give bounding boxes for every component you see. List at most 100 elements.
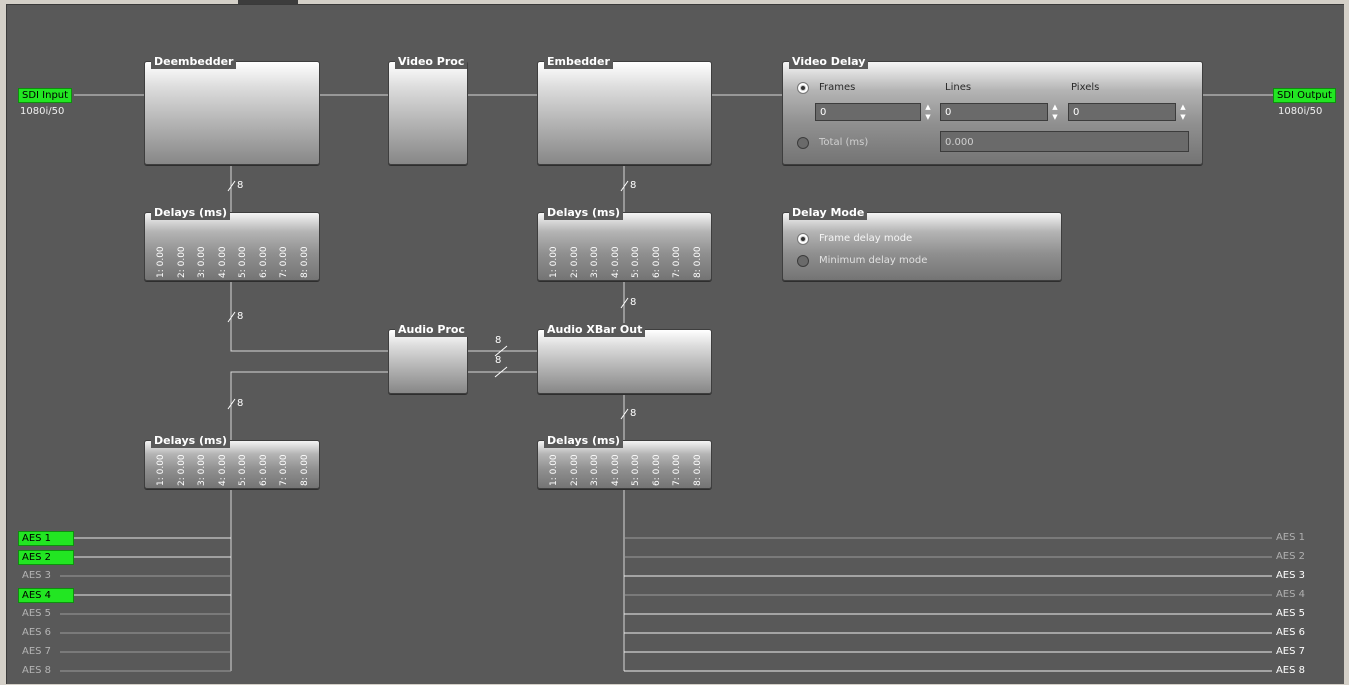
frames-label: Frames bbox=[819, 82, 856, 93]
bus-count: 8 bbox=[237, 180, 244, 191]
aes-input-tag[interactable]: AES 5 bbox=[22, 608, 51, 620]
aes-output-label[interactable]: AES 5 bbox=[1269, 608, 1305, 620]
frames-input[interactable]: 0 bbox=[815, 103, 921, 121]
delay-channel-value: 8: 0.00 bbox=[299, 454, 310, 486]
audio-xbar-out-block[interactable]: Audio XBar Out bbox=[537, 323, 712, 394]
delay-channel-value: 3: 0.00 bbox=[590, 454, 600, 486]
lines-spinner-icon[interactable]: ▲ ▼ bbox=[1051, 102, 1059, 122]
delay-mode-panel: Delay Mode Frame delay mode Minimum dela… bbox=[782, 206, 1062, 281]
aes-output-label[interactable]: AES 3 bbox=[1269, 570, 1305, 582]
delay-channel-value: 1: 0.00 bbox=[156, 454, 166, 486]
aes-input-tag[interactable]: AES 7 bbox=[22, 646, 51, 658]
bus-count: 8 bbox=[495, 355, 502, 366]
wire-delays-audioproc bbox=[230, 280, 388, 352]
delay-channel-value: 6: 0.00 bbox=[651, 454, 662, 486]
delay-channel-value: 4: 0.00 bbox=[217, 454, 228, 486]
delay-channel-value: 7: 0.00 bbox=[279, 246, 289, 278]
minimum-delay-radio[interactable] bbox=[797, 255, 809, 267]
sdi-input-tag[interactable]: SDI Input bbox=[18, 88, 73, 103]
delays-title: Delays (ms) bbox=[151, 434, 231, 448]
delays-title: Delays (ms) bbox=[151, 206, 231, 220]
delay-channel-value: 3: 0.00 bbox=[197, 246, 207, 278]
aes-input-tag[interactable]: AES 3 bbox=[22, 570, 51, 582]
audio-proc-title: Audio Proc bbox=[395, 323, 468, 337]
delays-title: Delays (ms) bbox=[544, 434, 624, 448]
delay-channel-value: 7: 0.00 bbox=[672, 246, 682, 278]
pixels-spinner-icon[interactable]: ▲ ▼ bbox=[1179, 102, 1187, 122]
deembedder-delays-box[interactable]: Delays (ms) 1: 0.00 2: 0.00 3: 0.00 4: 0.00… bbox=[144, 206, 320, 281]
delay-channel-value: 2: 0.00 bbox=[569, 246, 580, 278]
delay-channel-value: 4: 0.00 bbox=[610, 454, 621, 486]
aes-input-tag[interactable]: AES 1 bbox=[18, 531, 74, 546]
aes-output-label[interactable]: AES 4 bbox=[1269, 589, 1305, 601]
delay-channel-value: 3: 0.00 bbox=[197, 454, 207, 486]
embedder-title: Embedder bbox=[544, 55, 613, 69]
delay-channel-value: 7: 0.00 bbox=[279, 454, 289, 486]
frame-delay-radio[interactable] bbox=[797, 233, 809, 245]
delay-channel-value: 1: 0.00 bbox=[549, 246, 559, 278]
delay-channel-value: 5: 0.00 bbox=[631, 454, 641, 486]
aes-output-label[interactable]: AES 2 bbox=[1269, 551, 1305, 563]
deembedder-title: Deembedder bbox=[151, 55, 237, 69]
delay-channel-value: 2: 0.00 bbox=[176, 246, 187, 278]
aes-output-label[interactable]: AES 7 bbox=[1269, 646, 1305, 658]
sdi-output-format: 1080i/50 bbox=[1278, 106, 1323, 117]
delay-mode-title: Delay Mode bbox=[789, 206, 868, 220]
delay-channel-value: 5: 0.00 bbox=[631, 246, 641, 278]
delays-title: Delays (ms) bbox=[544, 206, 624, 220]
pixels-input[interactable]: 0 bbox=[1068, 103, 1176, 121]
delay-channel-value: 5: 0.00 bbox=[238, 246, 248, 278]
aes-input-tag[interactable]: AES 4 bbox=[18, 588, 74, 603]
aes-output-label[interactable]: AES 1 bbox=[1269, 532, 1305, 544]
video-delay-title: Video Delay bbox=[789, 55, 869, 69]
delay-channel-value: 6: 0.00 bbox=[651, 246, 662, 278]
sdi-output-tag[interactable]: SDI Output bbox=[1273, 88, 1336, 103]
aes-output-label[interactable]: AES 6 bbox=[1269, 627, 1305, 639]
deembedder-block[interactable]: Deembedder bbox=[144, 55, 320, 165]
delay-channel-value: 8: 0.00 bbox=[299, 246, 310, 278]
delay-channel-value: 3: 0.00 bbox=[590, 246, 600, 278]
aes-input-tag[interactable]: AES 8 bbox=[22, 665, 51, 677]
embedder-block[interactable]: Embedder bbox=[537, 55, 712, 165]
delay-channel-value: 5: 0.00 bbox=[238, 454, 248, 486]
bus-count: 8 bbox=[630, 180, 637, 191]
video-proc-title: Video Proc bbox=[395, 55, 468, 69]
delay-channel-value: 7: 0.00 bbox=[672, 454, 682, 486]
bus-count: 8 bbox=[630, 408, 637, 419]
bus-count: 8 bbox=[630, 297, 637, 308]
frames-spinner-icon[interactable]: ▲ ▼ bbox=[924, 102, 932, 122]
delay-channel-value: 2: 0.00 bbox=[176, 454, 187, 486]
wire-delays2-audioproc bbox=[230, 371, 388, 440]
video-proc-block[interactable]: Video Proc bbox=[388, 55, 468, 165]
aes-input-tag[interactable]: AES 2 bbox=[18, 550, 74, 565]
frames-radio[interactable] bbox=[797, 82, 809, 94]
bus-count: 8 bbox=[237, 398, 244, 409]
aes-input-tag[interactable]: AES 6 bbox=[22, 627, 51, 639]
bus-count: 8 bbox=[237, 311, 244, 322]
aes-output-delays-box[interactable]: Delays (ms) 1: 0.00 2: 0.00 3: 0.00 4: 0.00… bbox=[537, 434, 712, 489]
total-ms-field[interactable]: 0.000 bbox=[940, 131, 1189, 152]
audio-proc-block[interactable]: Audio Proc bbox=[388, 323, 468, 394]
audio-xbar-out-title: Audio XBar Out bbox=[544, 323, 646, 337]
bus-count: 8 bbox=[495, 335, 502, 346]
video-delay-panel: Video Delay Frames Lines Pixels 0 ▲ ▼ 0 ▲… bbox=[782, 55, 1203, 165]
delay-channel-value: 8: 0.00 bbox=[692, 454, 703, 486]
delay-channel-value: 1: 0.00 bbox=[549, 454, 559, 486]
frame-delay-label: Frame delay mode bbox=[819, 233, 913, 244]
delay-channel-value: 6: 0.00 bbox=[258, 246, 269, 278]
minimum-delay-label: Minimum delay mode bbox=[819, 255, 928, 266]
lines-input[interactable]: 0 bbox=[940, 103, 1048, 121]
embedder-delays-box[interactable]: Delays (ms) 1: 0.00 2: 0.00 3: 0.00 4: 0.00… bbox=[537, 206, 712, 281]
aes-input-delays-box[interactable]: Delays (ms) 1: 0.00 2: 0.00 3: 0.00 4: 0.00… bbox=[144, 434, 320, 489]
pixels-label: Pixels bbox=[1071, 82, 1100, 93]
lines-label: Lines bbox=[945, 82, 972, 93]
total-label: Total (ms) bbox=[819, 137, 869, 148]
delay-channel-value: 4: 0.00 bbox=[217, 246, 228, 278]
app-window: 8 8 8 8 8 8 8 8 SDI Input 1080i/50 SDI O… bbox=[0, 0, 1349, 685]
total-radio[interactable] bbox=[797, 137, 809, 149]
delay-channel-value: 1: 0.00 bbox=[156, 246, 166, 278]
aes-output-label[interactable]: AES 8 bbox=[1269, 665, 1305, 677]
delay-channel-value: 8: 0.00 bbox=[692, 246, 703, 278]
sdi-input-format: 1080i/50 bbox=[20, 106, 65, 117]
delay-channel-value: 2: 0.00 bbox=[569, 454, 580, 486]
